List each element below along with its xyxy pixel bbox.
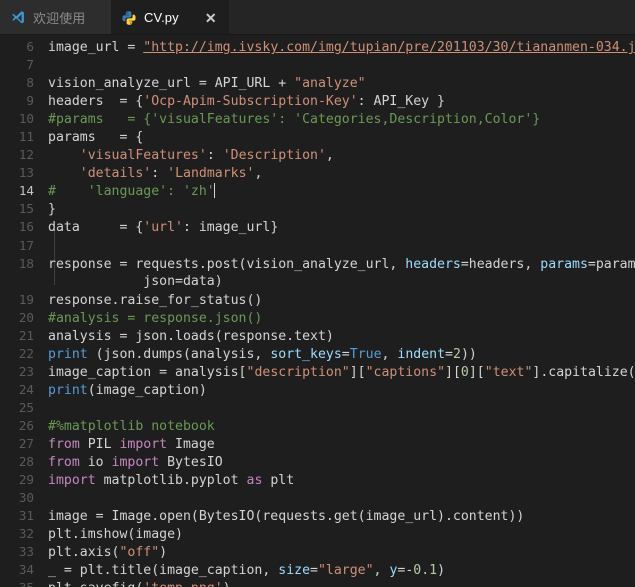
code-line[interactable]: 34 _ = plt.title(image_caption, size="lar… bbox=[0, 561, 635, 579]
line-number: 13 bbox=[18, 165, 34, 181]
line-text[interactable]: 'details': 'Landmarks', bbox=[48, 165, 635, 183]
line-number: 34 bbox=[18, 562, 34, 578]
line-text[interactable]: } bbox=[48, 201, 635, 219]
line-number: 18 bbox=[18, 255, 34, 271]
code-line[interactable]: 27 from PIL import Image bbox=[0, 435, 635, 453]
line-text[interactable]: response = requests.post(vision_analyze_… bbox=[48, 256, 635, 274]
editor-tab-bar: 欢迎使用 CV.py ✕ bbox=[0, 0, 635, 35]
line-number: 20 bbox=[18, 309, 34, 325]
line-text[interactable]: plt.axis("off") bbox=[48, 544, 635, 562]
line-text[interactable]: vision_analyze_url = API_URL + "analyze" bbox=[48, 75, 635, 93]
line-text[interactable]: 'visualFeatures': 'Description', bbox=[48, 147, 635, 165]
line-number: 17 bbox=[18, 237, 34, 253]
code-line[interactable]: 9 headers = {'Ocp-Apim-Subscription-Key':… bbox=[0, 92, 635, 110]
line-number: 33 bbox=[18, 544, 34, 560]
line-number: 11 bbox=[18, 129, 34, 145]
code-line[interactable]: 21 analysis = json.loads(response.text) bbox=[0, 327, 635, 345]
text-cursor bbox=[213, 183, 215, 199]
code-line[interactable]: 16 data = {'url': image_url} bbox=[0, 218, 635, 236]
line-text[interactable]: response.raise_for_status() bbox=[48, 292, 635, 310]
python-file-icon bbox=[121, 10, 137, 26]
line-text[interactable]: from io import BytesIO bbox=[48, 454, 635, 472]
code-line[interactable]: 31 image = Image.open(BytesIO(requests.ge… bbox=[0, 507, 635, 525]
code-line[interactable]: 6 image_url = "http://img.ivsky.com/img/t… bbox=[0, 38, 635, 56]
line-number: 8 bbox=[26, 75, 34, 91]
line-text[interactable]: _ = plt.title(image_caption, size="large… bbox=[48, 562, 635, 580]
tab-welcome[interactable]: 欢迎使用 bbox=[0, 0, 111, 35]
code-line[interactable]: 28 from io import BytesIO bbox=[0, 453, 635, 471]
line-text[interactable]: from PIL import Image bbox=[48, 436, 635, 454]
code-line[interactable]: 22 print (json.dumps(analysis, sort_keys=… bbox=[0, 345, 635, 363]
line-number: 27 bbox=[18, 436, 34, 452]
line-text[interactable]: analysis = json.loads(response.text) bbox=[48, 328, 635, 346]
line-number: 23 bbox=[18, 363, 34, 379]
tab-cv-py[interactable]: CV.py ✕ bbox=[111, 0, 229, 35]
line-text[interactable]: print (json.dumps(analysis, sort_keys=Tr… bbox=[48, 346, 635, 364]
line-number: 25 bbox=[18, 399, 34, 415]
line-number: 26 bbox=[18, 417, 34, 433]
line-text[interactable]: #params = {'visualFeatures': 'Categories… bbox=[48, 111, 635, 129]
line-number: 22 bbox=[18, 345, 34, 361]
code-line[interactable]: 30 bbox=[0, 489, 635, 507]
line-text[interactable]: plt.savefig('temp.png') bbox=[48, 580, 635, 587]
tab-welcome-label: 欢迎使用 bbox=[33, 12, 86, 27]
line-number: 10 bbox=[18, 111, 34, 127]
line-number: 35 bbox=[0, 579, 48, 587]
code-line[interactable]: 25 bbox=[0, 399, 635, 417]
code-line[interactable]: 29 import matplotlib.pyplot as plt bbox=[0, 471, 635, 489]
line-number: 32 bbox=[18, 526, 34, 542]
line-text[interactable]: image_url = "http://img.ivsky.com/img/tu… bbox=[48, 39, 635, 57]
line-text[interactable]: import matplotlib.pyplot as plt bbox=[48, 472, 635, 490]
code-line[interactable]: 23 image_caption = analysis["description"… bbox=[0, 363, 635, 381]
code-line[interactable]: 33 plt.axis("off") bbox=[0, 543, 635, 561]
vscode-logo-icon bbox=[10, 10, 26, 26]
line-number: 9 bbox=[26, 93, 34, 109]
line-text[interactable]: image_caption = analysis["description"][… bbox=[48, 364, 635, 382]
line-number: 31 bbox=[18, 508, 34, 524]
line-text[interactable]: params = { bbox=[48, 129, 635, 147]
line-number: 15 bbox=[18, 201, 34, 217]
code-lines-container: 6 image_url = "http://img.ivsky.com/img/t… bbox=[0, 35, 635, 587]
line-text[interactable]: print(image_caption) bbox=[48, 382, 635, 400]
line-text[interactable]: #analysis = response.json() bbox=[48, 310, 635, 328]
close-icon[interactable]: ✕ bbox=[203, 11, 219, 25]
line-number: 19 bbox=[18, 291, 34, 307]
tab-cv-py-label: CV.py bbox=[144, 10, 179, 25]
code-line[interactable]: 32 plt.imshow(image) bbox=[0, 525, 635, 543]
line-text[interactable]: # 'language': 'zh' bbox=[48, 183, 635, 201]
line-text[interactable]: #%matplotlib notebook bbox=[48, 418, 635, 436]
code-line[interactable]: 10 #params = {'visualFeatures': 'Categori… bbox=[0, 110, 635, 128]
line-number: 7 bbox=[26, 57, 34, 73]
code-line[interactable]: 20 #analysis = response.json() bbox=[0, 309, 635, 327]
line-number: 30 bbox=[18, 490, 34, 506]
code-line[interactable]: 7 bbox=[0, 56, 635, 74]
line-text[interactable]: image = Image.open(BytesIO(requests.get(… bbox=[48, 508, 635, 526]
line-number: 12 bbox=[18, 147, 34, 163]
line-text[interactable]: data = {'url': image_url} bbox=[48, 219, 635, 237]
line-text[interactable]: plt.imshow(image) bbox=[48, 526, 635, 544]
code-line[interactable]: json=data) bbox=[0, 273, 635, 291]
code-line[interactable]: 17 bbox=[0, 237, 635, 255]
code-line[interactable]: 13 'details': 'Landmarks', bbox=[0, 164, 635, 182]
code-line[interactable]: 14 # 'language': 'zh' bbox=[0, 182, 635, 200]
line-number: 6 bbox=[26, 39, 34, 54]
line-number: 24 bbox=[18, 381, 34, 397]
line-number: 21 bbox=[18, 327, 34, 343]
code-line[interactable]: 26 #%matplotlib notebook bbox=[0, 417, 635, 435]
code-line[interactable]: 15} bbox=[0, 200, 635, 218]
line-number: 14 bbox=[18, 183, 34, 199]
line-number: 16 bbox=[18, 219, 34, 235]
code-line[interactable]: 19 response.raise_for_status() bbox=[0, 291, 635, 309]
code-line[interactable]: 8 vision_analyze_url = API_URL + "analyze… bbox=[0, 74, 635, 92]
line-text[interactable]: headers = {'Ocp-Apim-Subscription-Key': … bbox=[48, 93, 635, 111]
code-line[interactable]: 24 print(image_caption) bbox=[0, 381, 635, 399]
code-line[interactable]: 35plt.savefig('temp.png') bbox=[0, 579, 635, 587]
line-text[interactable]: json=data) bbox=[48, 273, 635, 291]
code-editor[interactable]: 6 image_url = "http://img.ivsky.com/img/t… bbox=[0, 35, 635, 587]
line-number: 28 bbox=[18, 454, 34, 470]
line-number: 29 bbox=[18, 472, 34, 488]
code-line[interactable]: 11 params = { bbox=[0, 128, 635, 146]
code-line[interactable]: 18 response = requests.post(vision_analyz… bbox=[0, 255, 635, 273]
code-line[interactable]: 12 'visualFeatures': 'Description', bbox=[0, 146, 635, 164]
